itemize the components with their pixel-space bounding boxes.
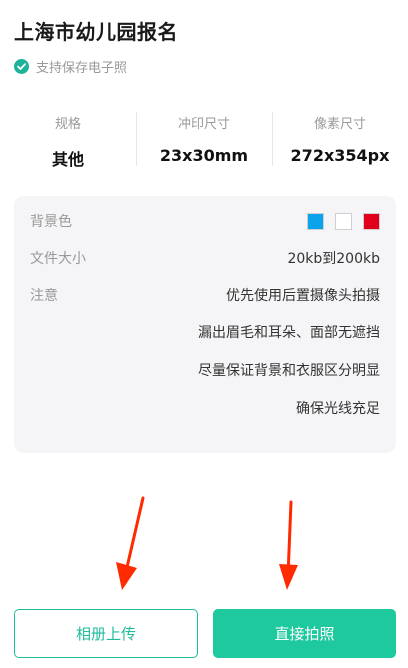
spec-label: 规格 [54,117,81,132]
spec-item-format: 规格 其他 [0,110,136,170]
spec-value: 23x30mm [159,146,249,165]
spec-label: 冲印尺寸 [177,117,230,132]
background-color-label: 背景色 [30,214,72,230]
spec-value: 272x354px [290,146,390,165]
spec-item-print-size: 冲印尺寸 23x30mm [136,110,272,170]
note-line: 尽量保证背景和衣服区分明显 [198,363,380,379]
background-swatches [307,212,380,230]
note-line: 确保光线充足 [296,401,380,417]
filesize-row: 文件大小 20kb到200kb [30,248,380,268]
album-upload-button[interactable]: 相册上传 [14,609,198,658]
note-line: 漏出眉毛和耳朵、面部无遮挡 [198,325,380,341]
notes-row: 注意 优先使用后置摄像头拍摄 [30,285,380,305]
spec-value: 其他 [51,150,84,169]
support-text: 支持保存电子照 [36,61,128,76]
take-photo-button[interactable]: 直接拍照 [213,609,396,658]
filesize-value: 20kb到200kb [287,251,380,267]
notes-label: 注意 [30,288,58,304]
page-title: 上海市幼儿园报名 [14,20,178,44]
check-circle-icon [14,59,29,74]
spec-summary: 规格 其他 冲印尺寸 23x30mm 像素尺寸 272x354px [0,110,408,170]
spec-label: 像素尺寸 [313,117,366,132]
support-note: 支持保存电子照 [14,57,127,76]
note-line: 优先使用后置摄像头拍摄 [226,288,380,304]
spec-item-pixel-size: 像素尺寸 272x354px [272,110,408,170]
filesize-label: 文件大小 [30,251,86,267]
background-color-row: 背景色 [30,211,380,231]
swatch-red[interactable] [363,212,380,230]
red-arrow-down-icon [279,500,298,590]
swatch-blue[interactable] [307,212,324,230]
red-arrow-down-icon [116,496,145,590]
detail-panel: 背景色 文件大小 20kb到200kb 注意 优先使用后置摄像头拍摄 漏出眉毛和… [14,196,396,453]
swatch-white[interactable] [335,212,352,230]
